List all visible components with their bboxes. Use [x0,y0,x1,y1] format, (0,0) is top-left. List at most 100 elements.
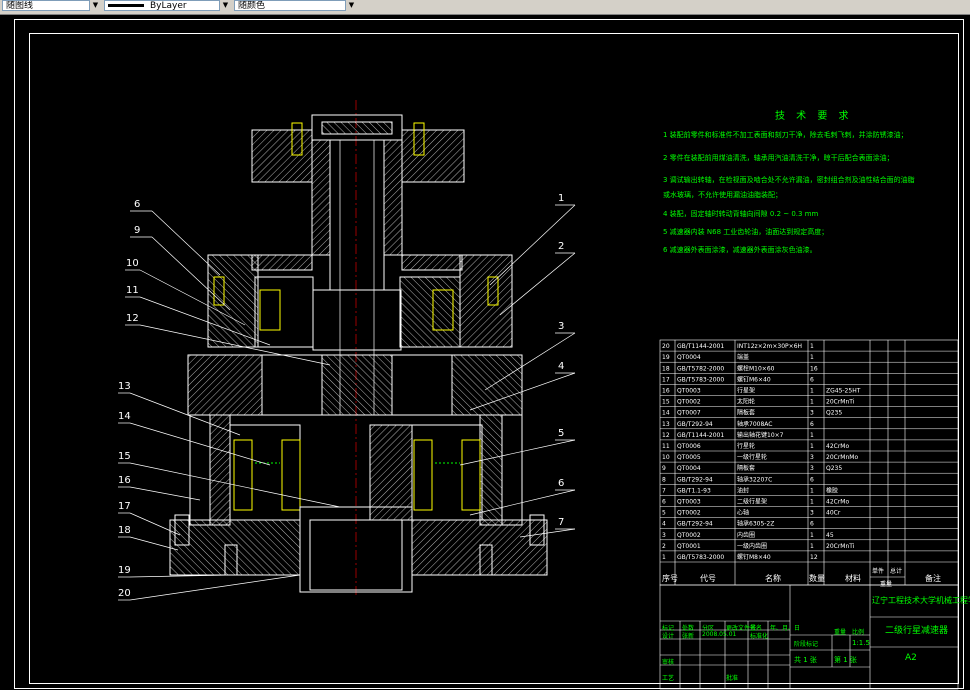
callout-8: 6 [134,199,140,210]
callout-19: 19 [118,565,131,576]
bom-cell: 1 [810,354,814,361]
bom-cell: 15 [662,399,670,406]
bom-cell: Q235 [826,465,842,472]
bom-cell: 20CrMnMo [826,454,858,461]
layer-dropdown-arrow-icon[interactable]: ▼ [89,0,101,11]
bom-cell: 1 [810,443,814,450]
bom-cell: QT0004 [677,465,701,472]
callout-4: 4 [558,361,564,372]
drawing-name: 二级行星减速器 [885,626,949,636]
tech-requirement-line: 6 减速器外表面涂漆，减速器外表面涂灰色油漆。 [663,246,817,254]
bom-cell: 二级行星架 [737,498,767,506]
callout-7: 7 [558,517,564,528]
bom-cell: 轴承7008AC [737,420,772,428]
bom-cell: GB/T292-94 [677,476,713,483]
callout-13: 13 [118,381,131,392]
bom-cell: 9 [662,465,666,472]
callout-11: 11 [126,285,139,296]
bom-header-code: 代号 [700,574,716,583]
linetype-swatch [108,4,144,7]
linetype-dropdown[interactable]: ByLayer [104,0,230,11]
color-dropdown-arrow-icon[interactable]: ▼ [345,0,357,11]
bom-cell: 端盖 [737,353,749,361]
callout-3: 3 [558,321,564,332]
bom-cell: 一级行星轮 [737,453,767,461]
bom-cell: 16 [810,365,818,372]
bom-cell: 轴承32207C [737,475,772,483]
bom-cell: 3 [810,465,814,472]
middle-housing [187,354,523,416]
label-stage: 阶段标记 [794,641,819,648]
bom-cell: 1 [810,432,814,439]
bom-cell: 12 [810,554,818,561]
bom-cell: 6 [662,499,666,506]
bom-cell: 20CrMnTi [826,543,855,550]
bom-cell: QT0005 [677,454,701,461]
bom-cell: 5 [662,510,666,517]
bom-cell: 2 [662,543,666,550]
tech-requirement-line: 3 调试输出转轴，在检视面及啮合处不允许漏油，密封组合剂及油性结合面的油脂 [663,176,915,184]
bom-header-no: 序号 [662,574,678,583]
drawing-canvas[interactable]: 1 2 3 4 5 6 7 6 9 10 11 12 13 14 15 16 1… [0,15,970,690]
label-approve: 批准 [726,675,739,682]
bom-cell: 内齿圈 [737,531,755,539]
callout-14: 14 [118,411,131,422]
bom-rows: 20 GB/T1144-2001 INT12z×2m×30P×6H 119 QT0004… [660,343,958,563]
callout-2: 2 [558,241,564,252]
bom-header-remark: 备注 [925,574,941,583]
sheet-total: 共 1 张 [794,656,817,664]
tech-requirement-line: 2 零件在装配前用煤油清洗，轴承用汽油清洗干净，晾干后配合表面涂油； [663,154,894,162]
upper-housing [207,254,513,351]
bom-cell: GB/T1.1-93 [677,487,711,494]
bom-cell: 隔板套 [737,409,755,417]
bom-header-unit-weight: 单件 [872,568,885,575]
label-process: 工艺 [662,675,675,682]
bom-cell: 6 [810,476,814,483]
bom-cell: QT0001 [677,543,701,550]
label-standard: 标准化 [750,633,769,640]
tech-requirement-line: 1 装配前零件和标准件不加工表面和刻刀干净，除去毛刺飞刺，并涂防锈漆油； [663,131,908,139]
top-flange [251,114,465,183]
bom-cell: 17 [662,376,670,383]
design-date: 2008.05.01 [702,631,737,638]
tech-requirement-line: 4 装配，固定轴时转动背轴向间隙 0.2 ~ 0.3 mm [663,210,819,218]
layer-dropdown[interactable]: 随图线 [2,0,100,11]
bom-cell: 太阳轮 [737,398,755,406]
drawing-number: A2 [905,653,917,663]
label-date: 年、月、日 [770,625,801,632]
bom-cell: 螺钉M6×40 [737,375,771,383]
callout-10: 10 [126,258,139,269]
bom-cell: 一级内齿圈 [737,542,767,550]
bom-cell: 心轴 [737,509,749,517]
bom-cell: 1 [810,343,814,350]
bom-cell: 42CrMo [826,443,849,450]
linetype-dropdown-arrow-icon[interactable]: ▼ [219,0,231,11]
bom-cell: INT12z×2m×30P×6H [737,343,802,350]
bom-cell: QT0002 [677,399,701,406]
sheet-number: 第 1 张 [834,656,857,664]
bom-cell: QT0002 [677,532,701,539]
bom-cell: 3 [810,510,814,517]
color-dropdown[interactable]: 随颜色 [234,0,356,11]
bom-cell: 螺栓M10×60 [737,364,775,372]
bom-cell: 1 [810,388,814,395]
bom-cell: 3 [662,532,666,539]
bom-cell: QT0003 [677,388,701,395]
bom-cell: 轴承6305-2Z [737,520,774,528]
bom-cell: GB/T292-94 [677,521,713,528]
bom-cell: 输出轴花键10×7 [737,431,784,439]
callout-16: 16 [118,475,131,486]
bom-cell: 1 [810,487,814,494]
bom-cell: 4 [662,521,666,528]
bom-cell: QT0004 [677,354,701,361]
drawing-scale: 1:1.5 [852,639,870,647]
bom-cell: 1 [810,532,814,539]
bom-cell: 8 [662,476,666,483]
bom-cell: QT0006 [677,443,701,450]
callout-12: 12 [126,313,139,324]
bom-cell: 6 [810,421,814,428]
base-flange [169,506,548,593]
school-name: 辽宁工程技术大学机械工程学院 [872,596,970,605]
bom-cell: 13 [662,421,670,428]
bom-cell: 1 [810,399,814,406]
